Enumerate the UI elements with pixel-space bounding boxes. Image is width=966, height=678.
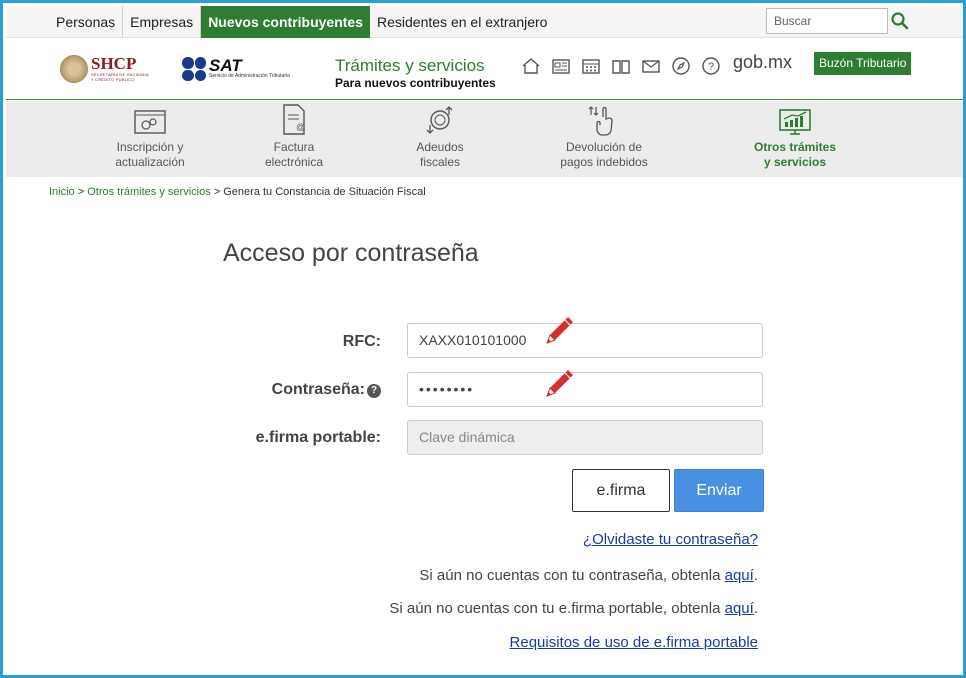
site-header: SHCP SECRETARÍA DE HACIENDA Y CRÉDITO PÚ… <box>6 38 963 100</box>
breadcrumb-inicio[interactable]: Inicio <box>49 186 75 198</box>
category-factura[interactable]: @ Factura electrónica <box>236 101 352 177</box>
shcp-name: SHCP <box>91 54 137 73</box>
efirma-button[interactable]: e.firma <box>572 469 670 512</box>
forgot-password-row: ¿Olvidaste tu contraseña? <box>583 531 758 548</box>
category-otros-tramites-line2: y servicios <box>763 155 827 169</box>
forgot-password-link[interactable]: ¿Olvidaste tu contraseña? <box>583 531 758 548</box>
topnav-personas[interactable]: Personas <box>49 6 124 38</box>
category-devolucion[interactable]: Devolución de pagos indebidos <box>546 101 662 177</box>
password-help-icon[interactable]: ? <box>367 384 381 398</box>
category-adeudos[interactable]: Adeudos fiscales <box>386 101 494 177</box>
breadcrumb-otros-tramites[interactable]: Otros trámites y servicios <box>87 186 210 198</box>
breadcrumb-sep-2: > <box>210 186 224 198</box>
requisitos-row: Requisitos de uso de e.firma portable <box>510 634 758 651</box>
header-icons: ? <box>520 55 730 77</box>
password-label: Contraseña: <box>271 381 365 398</box>
sat-subtitle: Servicio de Administración Tributaria <box>209 73 290 79</box>
no-password-period: . <box>753 567 758 584</box>
sat-dots-icon <box>182 57 206 81</box>
tramites-subtitle: Para nuevos contribuyentes <box>335 76 496 90</box>
password-label-row: Contraseña:? <box>243 381 381 399</box>
pencil-annotation-icon <box>541 313 577 349</box>
breadcrumb-current: Genera tu Constancia de Situación Fiscal <box>223 186 426 198</box>
tramites-title: Trámites y servicios <box>335 56 485 75</box>
category-devolucion-line1: Devolución de <box>565 140 643 154</box>
breadcrumb-sep-1: > <box>74 186 88 198</box>
rfc-input[interactable]: XAXX010101000 <box>407 323 763 358</box>
category-inscripcion-line2: actualización <box>115 155 185 169</box>
shcp-logo[interactable]: SHCP SECRETARÍA DE HACIENDA Y CRÉDITO PÚ… <box>60 55 149 83</box>
no-password-aqui-link[interactable]: aquí <box>725 567 754 584</box>
search-input[interactable]: Buscar <box>766 8 888 34</box>
shcp-emblem-icon <box>60 55 88 83</box>
category-factura-line2: electrónica <box>264 155 324 169</box>
buzon-tributario-button[interactable]: Buzón Tributario <box>814 52 912 75</box>
debts-icon <box>386 101 494 137</box>
no-password-text: Si aún no cuentas con tu contraseña, obt… <box>419 567 725 584</box>
tramites-heading: Trámites y servicios Para nuevos contrib… <box>335 56 496 90</box>
newspaper-icon[interactable] <box>550 55 572 77</box>
book-icon[interactable] <box>610 55 632 77</box>
svg-text:?: ? <box>708 61 714 73</box>
window-frame: Personas Empresas Nuevos contribuyentes … <box>0 0 966 678</box>
sat-name: SAT <box>209 56 242 75</box>
refund-icon <box>546 101 662 137</box>
category-inscripcion[interactable]: Inscripción y actualización <box>90 101 210 177</box>
rfc-label: RFC: <box>342 333 381 350</box>
sat-logo[interactable]: SAT Servicio de Administración Tributari… <box>182 57 290 81</box>
password-input[interactable]: •••••••• <box>407 372 763 407</box>
enviar-button[interactable]: Enviar <box>674 469 764 512</box>
registration-icon <box>90 101 210 137</box>
mail-icon[interactable] <box>640 55 662 77</box>
breadcrumb: Inicio > Otros trámites y servicios > Ge… <box>49 186 426 198</box>
shcp-subtitle-2: Y CRÉDITO PÚBLICO <box>91 77 135 82</box>
category-adeudos-line1: Adeudos <box>416 140 464 154</box>
topnav-nuevos-contribuyentes[interactable]: Nuevos contribuyentes <box>201 6 371 38</box>
no-efirma-aqui-link[interactable]: aquí <box>725 600 754 617</box>
category-otros-tramites-line1: Otros trámites <box>753 140 837 154</box>
invoice-icon: @ <box>236 101 352 137</box>
topnav-residentes-extranjero[interactable]: Residentes en el extranjero <box>370 6 554 38</box>
requisitos-efirma-link[interactable]: Requisitos de uso de e.firma portable <box>510 634 758 651</box>
efirma-label: e.firma portable: <box>255 429 381 446</box>
topnav-empresas[interactable]: Empresas <box>123 6 202 38</box>
efirma-dynamic-key-input[interactable]: Clave dinámica <box>407 420 763 455</box>
no-efirma-row: Si aún no cuentas con tu e.firma portabl… <box>389 600 758 617</box>
help-icon[interactable]: ? <box>700 55 722 77</box>
search-icon[interactable] <box>890 11 910 31</box>
top-nav: Personas Empresas Nuevos contribuyentes … <box>49 6 554 38</box>
compass-icon[interactable] <box>670 55 692 77</box>
no-password-row: Si aún no cuentas con tu contraseña, obt… <box>419 567 758 584</box>
pencil-annotation-icon <box>541 366 577 402</box>
no-efirma-period: . <box>753 600 758 617</box>
svg-text:@: @ <box>296 122 305 132</box>
category-factura-line1: Factura <box>273 140 315 154</box>
category-bar: Inscripción y actualización @ Factura el… <box>6 101 963 177</box>
gobmx-link[interactable]: gob.mx <box>733 52 792 73</box>
calendar-icon[interactable] <box>580 55 602 77</box>
page-title: Acceso por contraseña <box>223 239 479 267</box>
no-efirma-text: Si aún no cuentas con tu e.firma portabl… <box>389 600 725 617</box>
home-icon[interactable] <box>520 55 542 77</box>
top-bar: Personas Empresas Nuevos contribuyentes … <box>6 6 963 38</box>
other-services-icon <box>736 101 854 137</box>
category-otros-tramites[interactable]: Otros trámites y servicios <box>736 101 854 177</box>
category-inscripcion-line1: Inscripción y <box>116 140 184 154</box>
category-devolucion-line2: pagos indebidos <box>560 155 648 169</box>
category-adeudos-line2: fiscales <box>419 155 460 169</box>
